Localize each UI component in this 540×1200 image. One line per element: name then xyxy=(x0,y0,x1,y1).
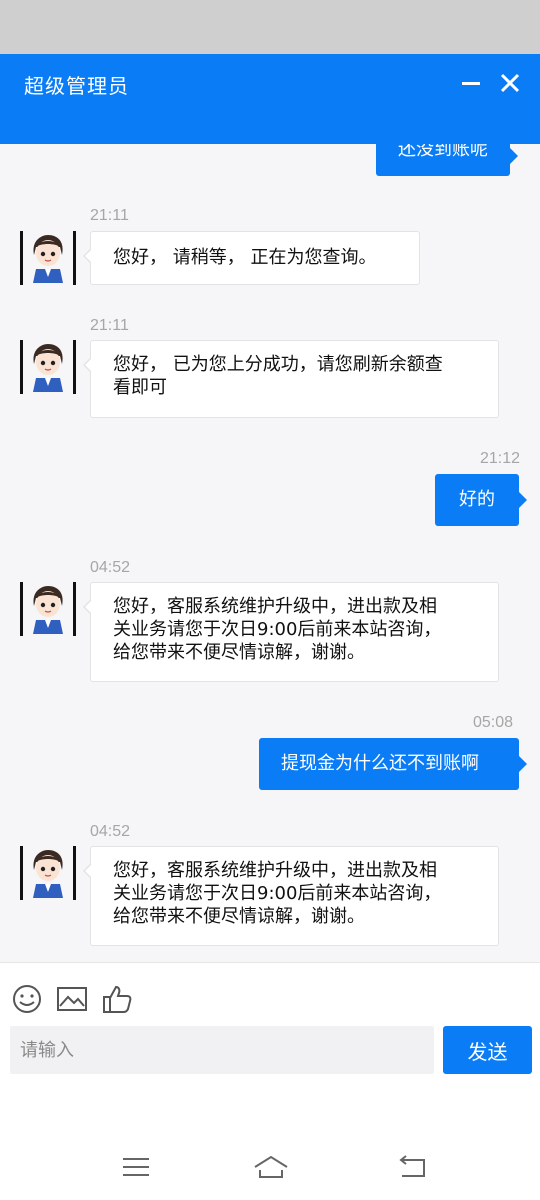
message-line: 您好，客服系统维护升级中，进出款及相 xyxy=(113,860,437,881)
home-icon[interactable] xyxy=(253,1154,289,1180)
message-time: 04:52 xyxy=(90,559,131,576)
message-time: 05:08 xyxy=(473,714,514,731)
outgoing-message: 还没到账呢 xyxy=(376,144,518,176)
menu-icon[interactable] xyxy=(121,1154,151,1180)
avatar xyxy=(20,846,76,900)
incoming-message: 您好， 已为您上分成功，请您刷新余额查 看即可 xyxy=(83,340,499,418)
outgoing-message: 提现金为什么还不到账啊 xyxy=(259,738,527,790)
message-line: 给您带来不便尽情谅解，谢谢。 xyxy=(113,642,365,663)
message-text: 您好， 请稍等， 正在为您查询。 xyxy=(113,247,377,268)
message-text: 还没到账呢 xyxy=(398,144,488,160)
composer-divider xyxy=(0,962,540,963)
emoji-icon[interactable] xyxy=(10,984,44,1014)
message-time: 21:11 xyxy=(90,207,129,224)
incoming-message: 您好，客服系统维护升级中，进出款及相 关业务请您于次日9:00后前来本站咨询， … xyxy=(83,582,499,682)
message-time: 21:11 xyxy=(90,317,129,334)
message-line: 您好，客服系统维护升级中，进出款及相 xyxy=(113,596,437,617)
message-time: 04:52 xyxy=(90,823,131,840)
message-text: 好的 xyxy=(459,489,495,510)
avatar xyxy=(20,582,76,636)
minimize-icon[interactable] xyxy=(456,68,486,98)
image-icon[interactable] xyxy=(55,984,89,1014)
message-line: 关业务请您于次日9:00后前来本站咨询， xyxy=(113,883,442,904)
avatar xyxy=(20,340,76,394)
message-time: 21:12 xyxy=(480,450,521,467)
incoming-message: 您好，客服系统维护升级中，进出款及相 关业务请您于次日9:00后前来本站咨询， … xyxy=(83,846,499,946)
avatar xyxy=(20,231,76,285)
chat-title: 超级管理员 xyxy=(24,74,129,98)
message-line: 看即可 xyxy=(113,377,167,398)
close-icon[interactable] xyxy=(495,68,525,98)
thumbs-up-icon[interactable] xyxy=(100,984,134,1014)
incoming-message: 您好， 请稍等， 正在为您查询。 xyxy=(83,231,420,285)
message-text: 提现金为什么还不到账啊 xyxy=(281,753,479,774)
message-input[interactable] xyxy=(10,1026,434,1074)
status-bar xyxy=(0,0,540,54)
message-line: 关业务请您于次日9:00后前来本站咨询， xyxy=(113,619,442,640)
back-icon[interactable] xyxy=(398,1154,428,1180)
title-bar: 超级管理员 xyxy=(0,54,540,144)
message-line: 您好， 已为您上分成功，请您刷新余额查 xyxy=(113,354,443,375)
chat-area[interactable]: 还没到账呢 21:11 您好， 请稍等， 正在为您查询。 21:11 您好， 已… xyxy=(0,144,540,962)
send-button[interactable]: 发送 xyxy=(443,1026,532,1074)
outgoing-message: 好的 xyxy=(435,474,527,526)
message-line: 给您带来不便尽情谅解，谢谢。 xyxy=(113,906,365,927)
